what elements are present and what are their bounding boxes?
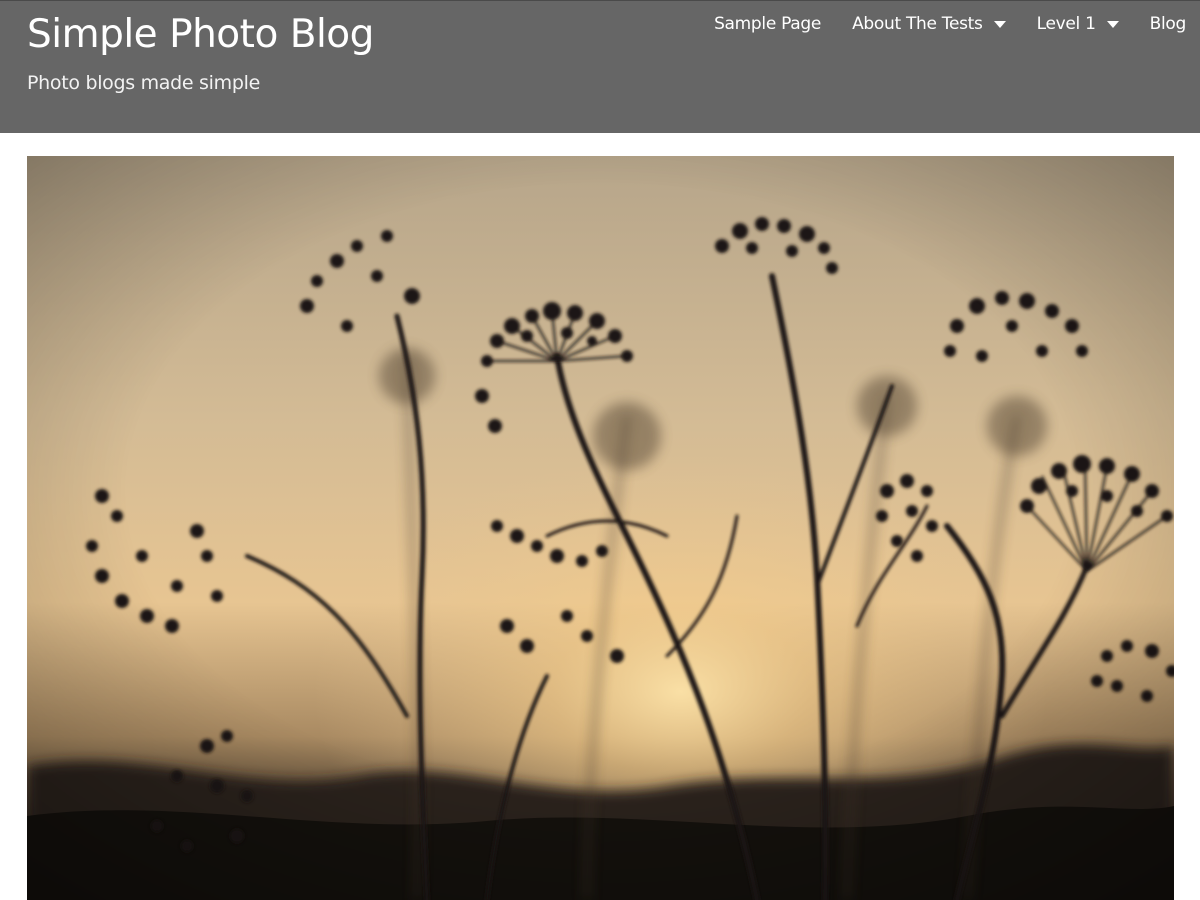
nav-item-blog[interactable]: Blog (1149, 12, 1187, 36)
featured-image[interactable] (27, 156, 1174, 900)
nav-item-level-1[interactable]: Level 1 (1037, 12, 1119, 36)
nav-item-label: About The Tests (852, 14, 983, 34)
nav-item-sample-page[interactable]: Sample Page (714, 12, 821, 36)
nav-item-about-the-tests[interactable]: About The Tests (852, 12, 1006, 36)
featured-photo-sunset-wildflowers (27, 156, 1174, 900)
nav-item-label: Sample Page (714, 14, 822, 34)
nav-item-label: Level 1 (1036, 14, 1096, 34)
nav-item-label: Blog (1149, 14, 1187, 34)
site-header: Simple Photo Blog Photo blogs made simpl… (0, 0, 1200, 133)
site-tagline: Photo blogs made simple (27, 72, 260, 94)
main-nav: Sample Page About The Tests Level 1 Blog (714, 11, 1186, 37)
chevron-down-icon[interactable] (1106, 21, 1119, 28)
site-title[interactable]: Simple Photo Blog (27, 11, 374, 59)
chevron-down-icon[interactable] (993, 21, 1006, 28)
